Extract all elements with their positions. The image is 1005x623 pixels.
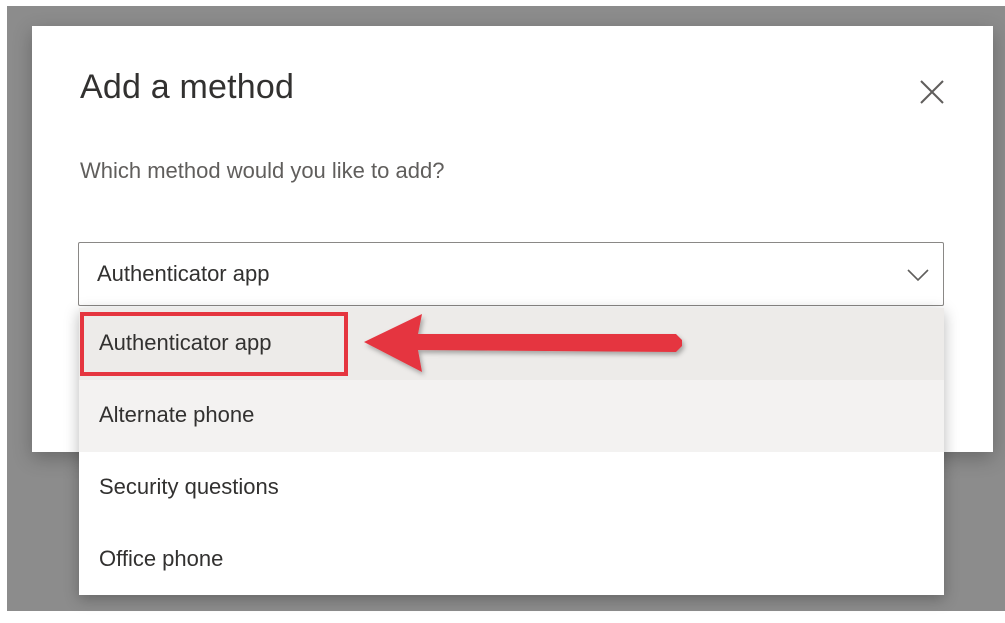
method-question: Which method would you like to add?	[80, 158, 445, 183]
method-select[interactable]: Authenticator app	[78, 242, 944, 306]
chevron-down-icon	[904, 263, 932, 287]
method-select-value: Authenticator app	[97, 261, 270, 286]
dialog-title: Add a method	[80, 68, 295, 106]
option-label: Security questions	[99, 474, 279, 499]
option-authenticator-app[interactable]: Authenticator app	[79, 308, 944, 380]
close-icon	[920, 80, 944, 104]
method-dropdown-list: Authenticator app Alternate phone Securi…	[79, 308, 944, 595]
option-label: Office phone	[99, 546, 224, 571]
option-label: Alternate phone	[99, 402, 255, 427]
close-button[interactable]	[912, 72, 952, 112]
option-alternate-phone[interactable]: Alternate phone	[79, 380, 944, 452]
option-label: Authenticator app	[99, 330, 272, 355]
option-office-phone[interactable]: Office phone	[79, 524, 944, 595]
option-security-questions[interactable]: Security questions	[79, 452, 944, 524]
